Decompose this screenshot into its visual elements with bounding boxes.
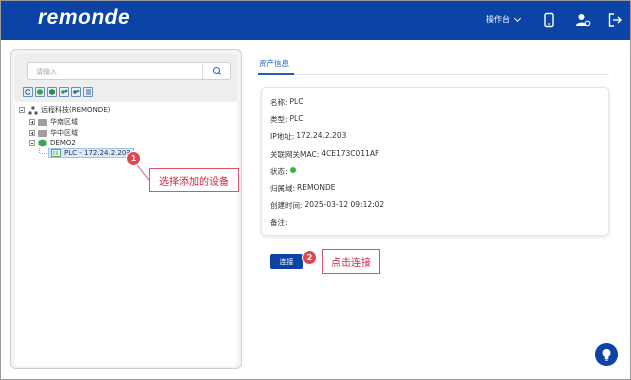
user-settings-icon[interactable] bbox=[575, 12, 591, 28]
cube-icon bbox=[38, 139, 47, 147]
folder-icon bbox=[38, 129, 47, 137]
asset-row-domain: 归属域: REMONDE bbox=[270, 183, 335, 194]
device-tree-panel: 请输入 远程科技(REMONDE) 华南区域 华中区域 DEMO2 PLC - … bbox=[10, 49, 242, 369]
refresh-icon[interactable] bbox=[23, 87, 33, 97]
asset-label: IP地址: bbox=[270, 132, 295, 141]
top-navbar: remonde 操作台 bbox=[0, 0, 631, 40]
asset-value: REMONDE bbox=[297, 183, 336, 192]
list-icon[interactable] bbox=[83, 87, 93, 97]
folder-icon bbox=[38, 118, 47, 126]
asset-value: 4CE173C011AF bbox=[321, 149, 380, 158]
mobile-icon[interactable] bbox=[541, 12, 557, 28]
cube-icon[interactable] bbox=[35, 87, 45, 97]
tree-root[interactable]: 远程科技(REMONDE) bbox=[19, 105, 110, 115]
tab-underline bbox=[258, 74, 609, 75]
collapse-icon[interactable] bbox=[29, 140, 35, 146]
step-badge-1: 1 bbox=[126, 151, 141, 166]
expand-icon[interactable] bbox=[29, 130, 35, 136]
tree-item-label: 华中区域 bbox=[50, 129, 78, 137]
callout-select-device: 选择添加的设备 bbox=[149, 168, 239, 192]
tree-header: 请输入 bbox=[15, 54, 237, 102]
workbench-label: 操作台 bbox=[486, 15, 510, 24]
connect-button[interactable]: 连接 bbox=[270, 254, 303, 269]
callout-click-connect: 点击连接 bbox=[322, 249, 380, 274]
tree-item-demo2[interactable]: DEMO2 bbox=[29, 139, 76, 147]
asset-label: 备注: bbox=[270, 218, 288, 227]
status-online-icon bbox=[289, 167, 296, 173]
lightbulb-icon bbox=[602, 349, 611, 361]
asset-row-ip: IP地址: 172.24.2.203 bbox=[270, 131, 346, 142]
tree-device-label: PLC - 172.24.2.203 bbox=[64, 149, 131, 157]
asset-row-mac: 关联网关MAC: 4CE173C011AF bbox=[270, 149, 379, 160]
tree-item-label: DEMO2 bbox=[50, 139, 76, 147]
chevron-down-icon bbox=[513, 14, 522, 22]
asset-row-name: 名称: PLC bbox=[270, 97, 303, 108]
plc-device-icon bbox=[51, 149, 61, 157]
help-button[interactable] bbox=[595, 343, 618, 366]
network-icon bbox=[28, 106, 38, 114]
asset-label: 类型: bbox=[270, 115, 288, 124]
asset-info-card: 名称: PLC 类型: PLC IP地址: 172.24.2.203 关联网关M… bbox=[261, 87, 609, 236]
tree-toolbar bbox=[23, 87, 93, 97]
search-input[interactable]: 请输入 bbox=[36, 67, 57, 77]
asset-label: 状态: bbox=[270, 167, 288, 176]
asset-row-status: 状态: bbox=[270, 166, 296, 177]
gears-icon[interactable] bbox=[59, 87, 69, 97]
asset-label: 创建时间: bbox=[270, 201, 303, 210]
asset-row-type: 类型: PLC bbox=[270, 114, 303, 125]
search-icon bbox=[212, 66, 221, 75]
step-badge-2: 2 bbox=[302, 250, 317, 265]
asset-value: 172.24.2.203 bbox=[296, 131, 347, 140]
asset-label: 名称: bbox=[270, 98, 288, 107]
asset-row-created: 创建时间: 2025-03-12 09:12:02 bbox=[270, 200, 384, 211]
tab-asset-info[interactable]: 资产信息 bbox=[259, 58, 289, 69]
collapse-icon[interactable] bbox=[19, 107, 25, 113]
asset-label: 关联网关MAC: bbox=[270, 150, 320, 159]
tree-device-plc[interactable]: PLC - 172.24.2.203 bbox=[48, 148, 134, 158]
asset-value: PLC bbox=[289, 97, 304, 106]
asset-value: PLC bbox=[289, 114, 304, 123]
device-tree: 远程科技(REMONDE) 华南区域 华中区域 DEMO2 PLC - 172.… bbox=[15, 102, 237, 366]
asset-label: 归属域: bbox=[270, 184, 296, 193]
tree-item-south[interactable]: 华南区域 bbox=[29, 117, 78, 127]
workbench-dropdown[interactable]: 操作台 bbox=[486, 14, 522, 25]
tree-root-label: 远程科技(REMONDE) bbox=[41, 106, 111, 114]
tree-item-label: 华南区域 bbox=[50, 118, 78, 126]
search-box[interactable]: 请输入 bbox=[27, 62, 231, 80]
asset-value: 2025-03-12 09:12:02 bbox=[304, 200, 385, 209]
gears-alt-icon[interactable] bbox=[71, 87, 81, 97]
expand-icon[interactable] bbox=[29, 119, 35, 125]
tab-active-indicator bbox=[258, 73, 294, 75]
logout-icon[interactable] bbox=[607, 12, 623, 28]
search-button[interactable] bbox=[202, 63, 230, 79]
asset-row-remark: 备注: bbox=[270, 217, 290, 228]
cube-alt-icon[interactable] bbox=[47, 87, 57, 97]
app-logo: remonde bbox=[38, 6, 131, 29]
tree-item-central[interactable]: 华中区域 bbox=[29, 128, 78, 138]
